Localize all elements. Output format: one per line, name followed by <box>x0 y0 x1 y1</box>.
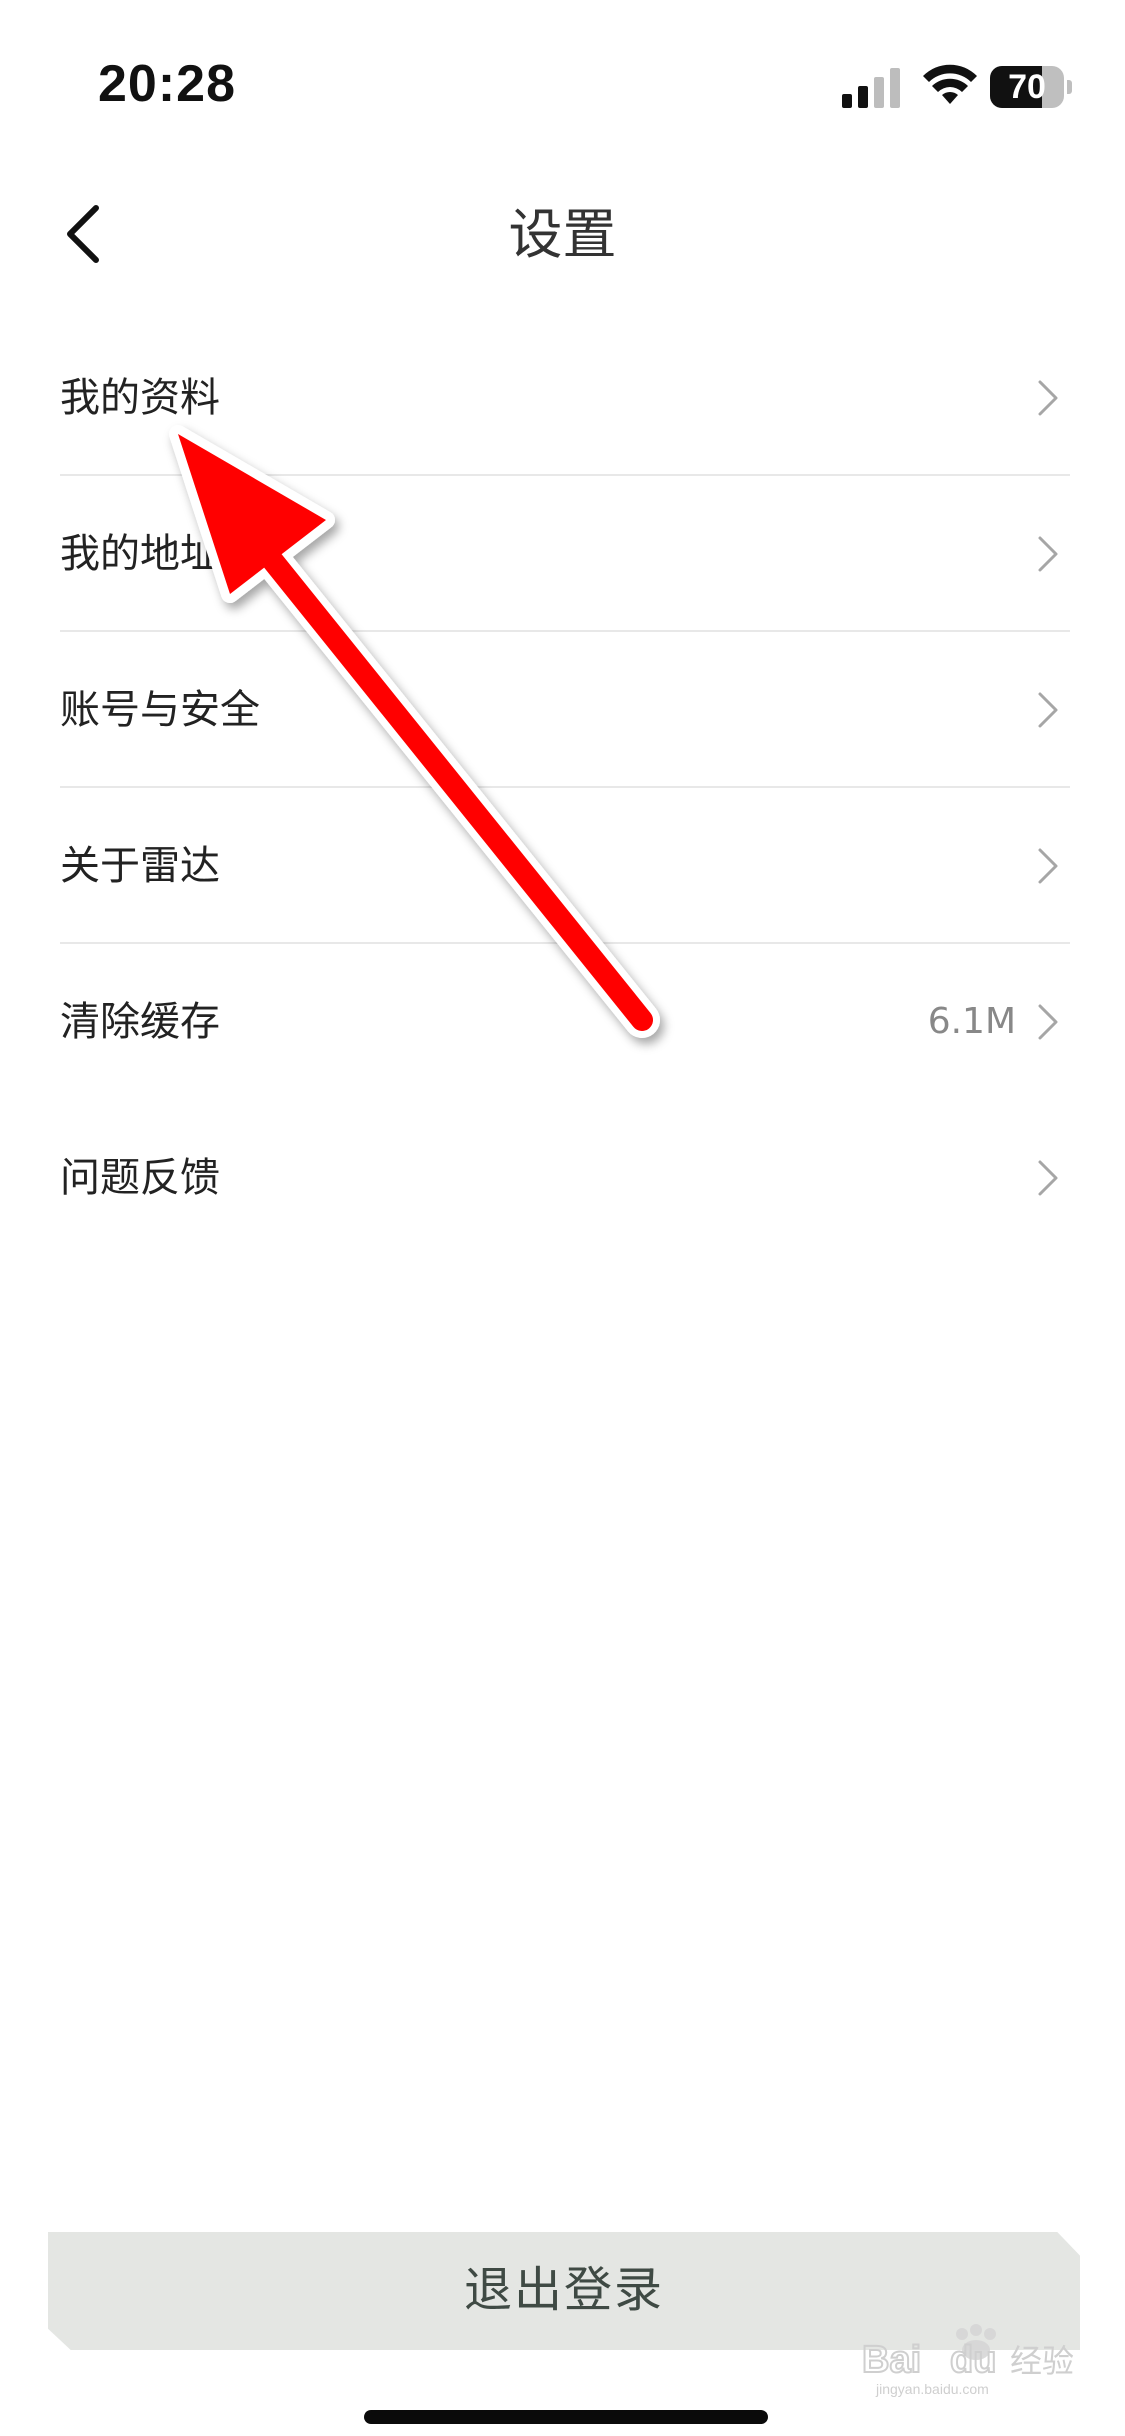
cache-size-value: 6.1M <box>927 1001 1016 1042</box>
status-time: 20:28 <box>98 55 236 113</box>
chevron-right-icon <box>1038 1004 1058 1040</box>
settings-item-my-address[interactable]: 我的地址 <box>60 476 1070 632</box>
chevron-right-icon <box>1038 848 1058 884</box>
settings-item-label: 问题反馈 <box>60 1155 220 1201</box>
logout-button[interactable]: 退出登录 <box>48 2232 1080 2350</box>
settings-item-account-security[interactable]: 账号与安全 <box>60 632 1070 788</box>
battery-level: 70 <box>1008 68 1046 106</box>
settings-item-about[interactable]: 关于雷达 <box>60 788 1070 944</box>
home-indicator[interactable] <box>364 2410 768 2424</box>
page-title: 设置 <box>508 203 617 266</box>
settings-item-feedback[interactable]: 问题反馈 <box>60 1100 1070 1256</box>
battery-icon: 70 <box>990 66 1072 108</box>
chevron-right-icon <box>1038 692 1058 728</box>
cellular-signal-icon <box>842 68 900 108</box>
settings-list: 我的资料 我的地址 账号与安全 关于雷达 清除缓存 6.1M 问题反馈 <box>60 320 1070 1256</box>
logout-label: 退出登录 <box>463 2264 664 2317</box>
settings-item-clear-cache[interactable]: 清除缓存 6.1M <box>60 944 1070 1100</box>
status-bar: 20:28 70 <box>0 0 1125 150</box>
settings-item-label: 我的资料 <box>60 375 220 421</box>
chevron-right-icon <box>1038 536 1058 572</box>
chevron-right-icon <box>1038 1160 1058 1196</box>
settings-item-label: 清除缓存 <box>60 999 220 1045</box>
chevron-right-icon <box>1038 380 1058 416</box>
settings-item-my-profile[interactable]: 我的资料 <box>60 320 1070 476</box>
chevron-left-icon <box>67 205 99 263</box>
nav-bar: 设置 <box>0 170 1125 300</box>
settings-item-label: 我的地址 <box>60 531 220 577</box>
settings-item-label: 账号与安全 <box>60 687 260 733</box>
settings-item-label: 关于雷达 <box>60 843 220 889</box>
svg-text:jingyan.baidu.com: jingyan.baidu.com <box>875 2381 989 2397</box>
back-button[interactable] <box>52 194 124 274</box>
wifi-icon <box>923 64 977 104</box>
